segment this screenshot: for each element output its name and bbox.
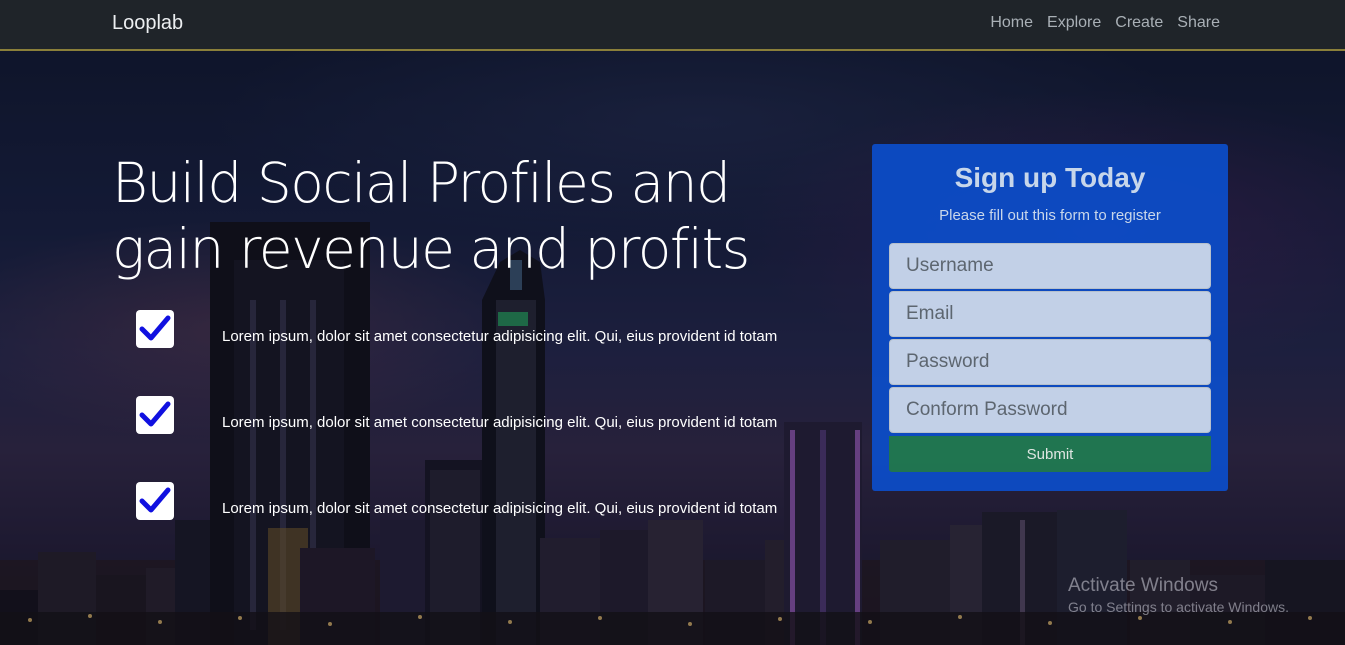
top-navbar: Looplab Home Explore Create Share	[0, 0, 1345, 51]
check-icon	[136, 396, 174, 434]
feature-item: Lorem ipsum, dolor sit amet consectetur …	[136, 310, 856, 350]
username-field[interactable]	[889, 243, 1211, 289]
signup-subtitle: Please fill out this form to register	[939, 207, 1161, 224]
confirm-password-field[interactable]	[889, 387, 1211, 433]
nav-create-link[interactable]: Create	[1115, 14, 1163, 32]
check-icon	[136, 482, 174, 520]
brand-logo[interactable]: Looplab	[112, 12, 183, 35]
hero-title: Build Social Profiles and gain revenue a…	[112, 151, 750, 281]
password-field[interactable]	[889, 339, 1211, 385]
nav-share-link[interactable]: Share	[1177, 14, 1220, 32]
feature-text: Lorem ipsum, dolor sit amet consectetur …	[222, 414, 778, 431]
check-icon	[136, 310, 174, 348]
nav-explore-link[interactable]: Explore	[1047, 14, 1101, 32]
activate-windows-title: Activate Windows	[1068, 575, 1218, 596]
feature-item: Lorem ipsum, dolor sit amet consectetur …	[136, 482, 856, 522]
feature-text: Lorem ipsum, dolor sit amet consectetur …	[222, 500, 778, 517]
feature-item: Lorem ipsum, dolor sit amet consectetur …	[136, 396, 856, 436]
nav-links: Home Explore Create Share	[990, 14, 1220, 32]
submit-button[interactable]: Submit	[889, 436, 1211, 472]
nav-home-link[interactable]: Home	[990, 14, 1033, 32]
activate-windows-subtitle: Go to Settings to activate Windows.	[1068, 599, 1289, 615]
feature-text: Lorem ipsum, dolor sit amet consectetur …	[222, 328, 778, 345]
signup-form: Sign up Today Please fill out this form …	[872, 144, 1228, 491]
signup-title: Sign up Today	[954, 162, 1146, 193]
email-field[interactable]	[889, 291, 1211, 337]
